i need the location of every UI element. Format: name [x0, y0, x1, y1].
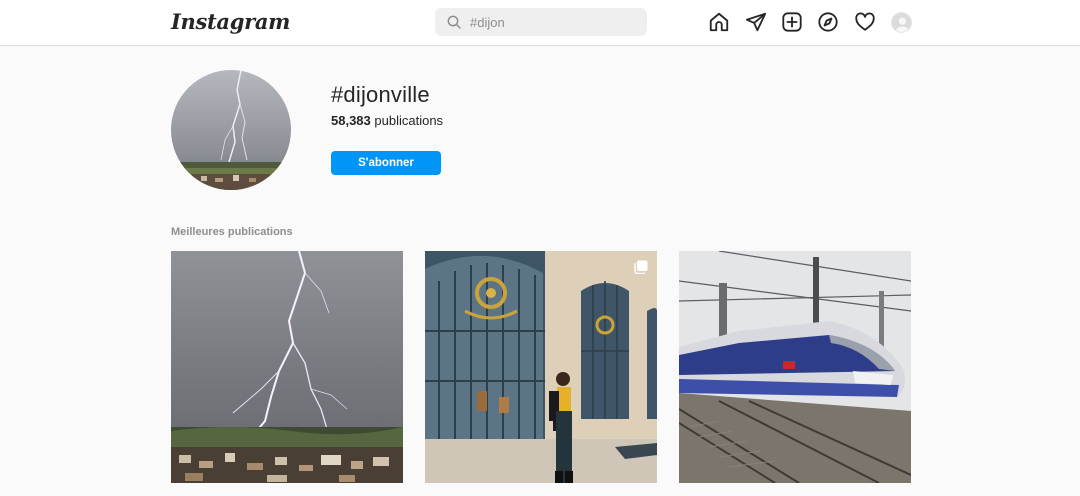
search-icon	[447, 15, 461, 29]
search-input[interactable]: #dijon	[470, 15, 505, 30]
publications-label: publications	[374, 113, 444, 128]
direct-icon[interactable]	[745, 11, 767, 33]
top-posts-heading: Meilleures publications	[171, 226, 293, 238]
explore-icon[interactable]	[817, 11, 839, 33]
search-box[interactable]: #dijon	[435, 8, 647, 36]
publications-number: 58,383	[331, 113, 371, 128]
hashtag-title: #dijonville	[331, 82, 430, 107]
publications-count: 58,383 publications	[331, 113, 443, 128]
top-navigation-bar: Instagram #dijon	[0, 0, 1080, 46]
post-tgv-train[interactable]	[679, 251, 911, 483]
hashtag-profile-image	[171, 70, 291, 190]
post-gilded-gates[interactable]	[425, 251, 657, 483]
activity-heart-icon[interactable]	[854, 11, 876, 33]
follow-button[interactable]: S'abonner	[331, 151, 441, 175]
home-icon[interactable]	[708, 11, 730, 33]
instagram-logo[interactable]: Instagram	[171, 9, 290, 34]
multiple-photos-icon	[634, 260, 648, 274]
profile-avatar[interactable]	[891, 12, 912, 33]
post-lightning[interactable]	[171, 251, 403, 483]
new-post-icon[interactable]	[781, 11, 803, 33]
